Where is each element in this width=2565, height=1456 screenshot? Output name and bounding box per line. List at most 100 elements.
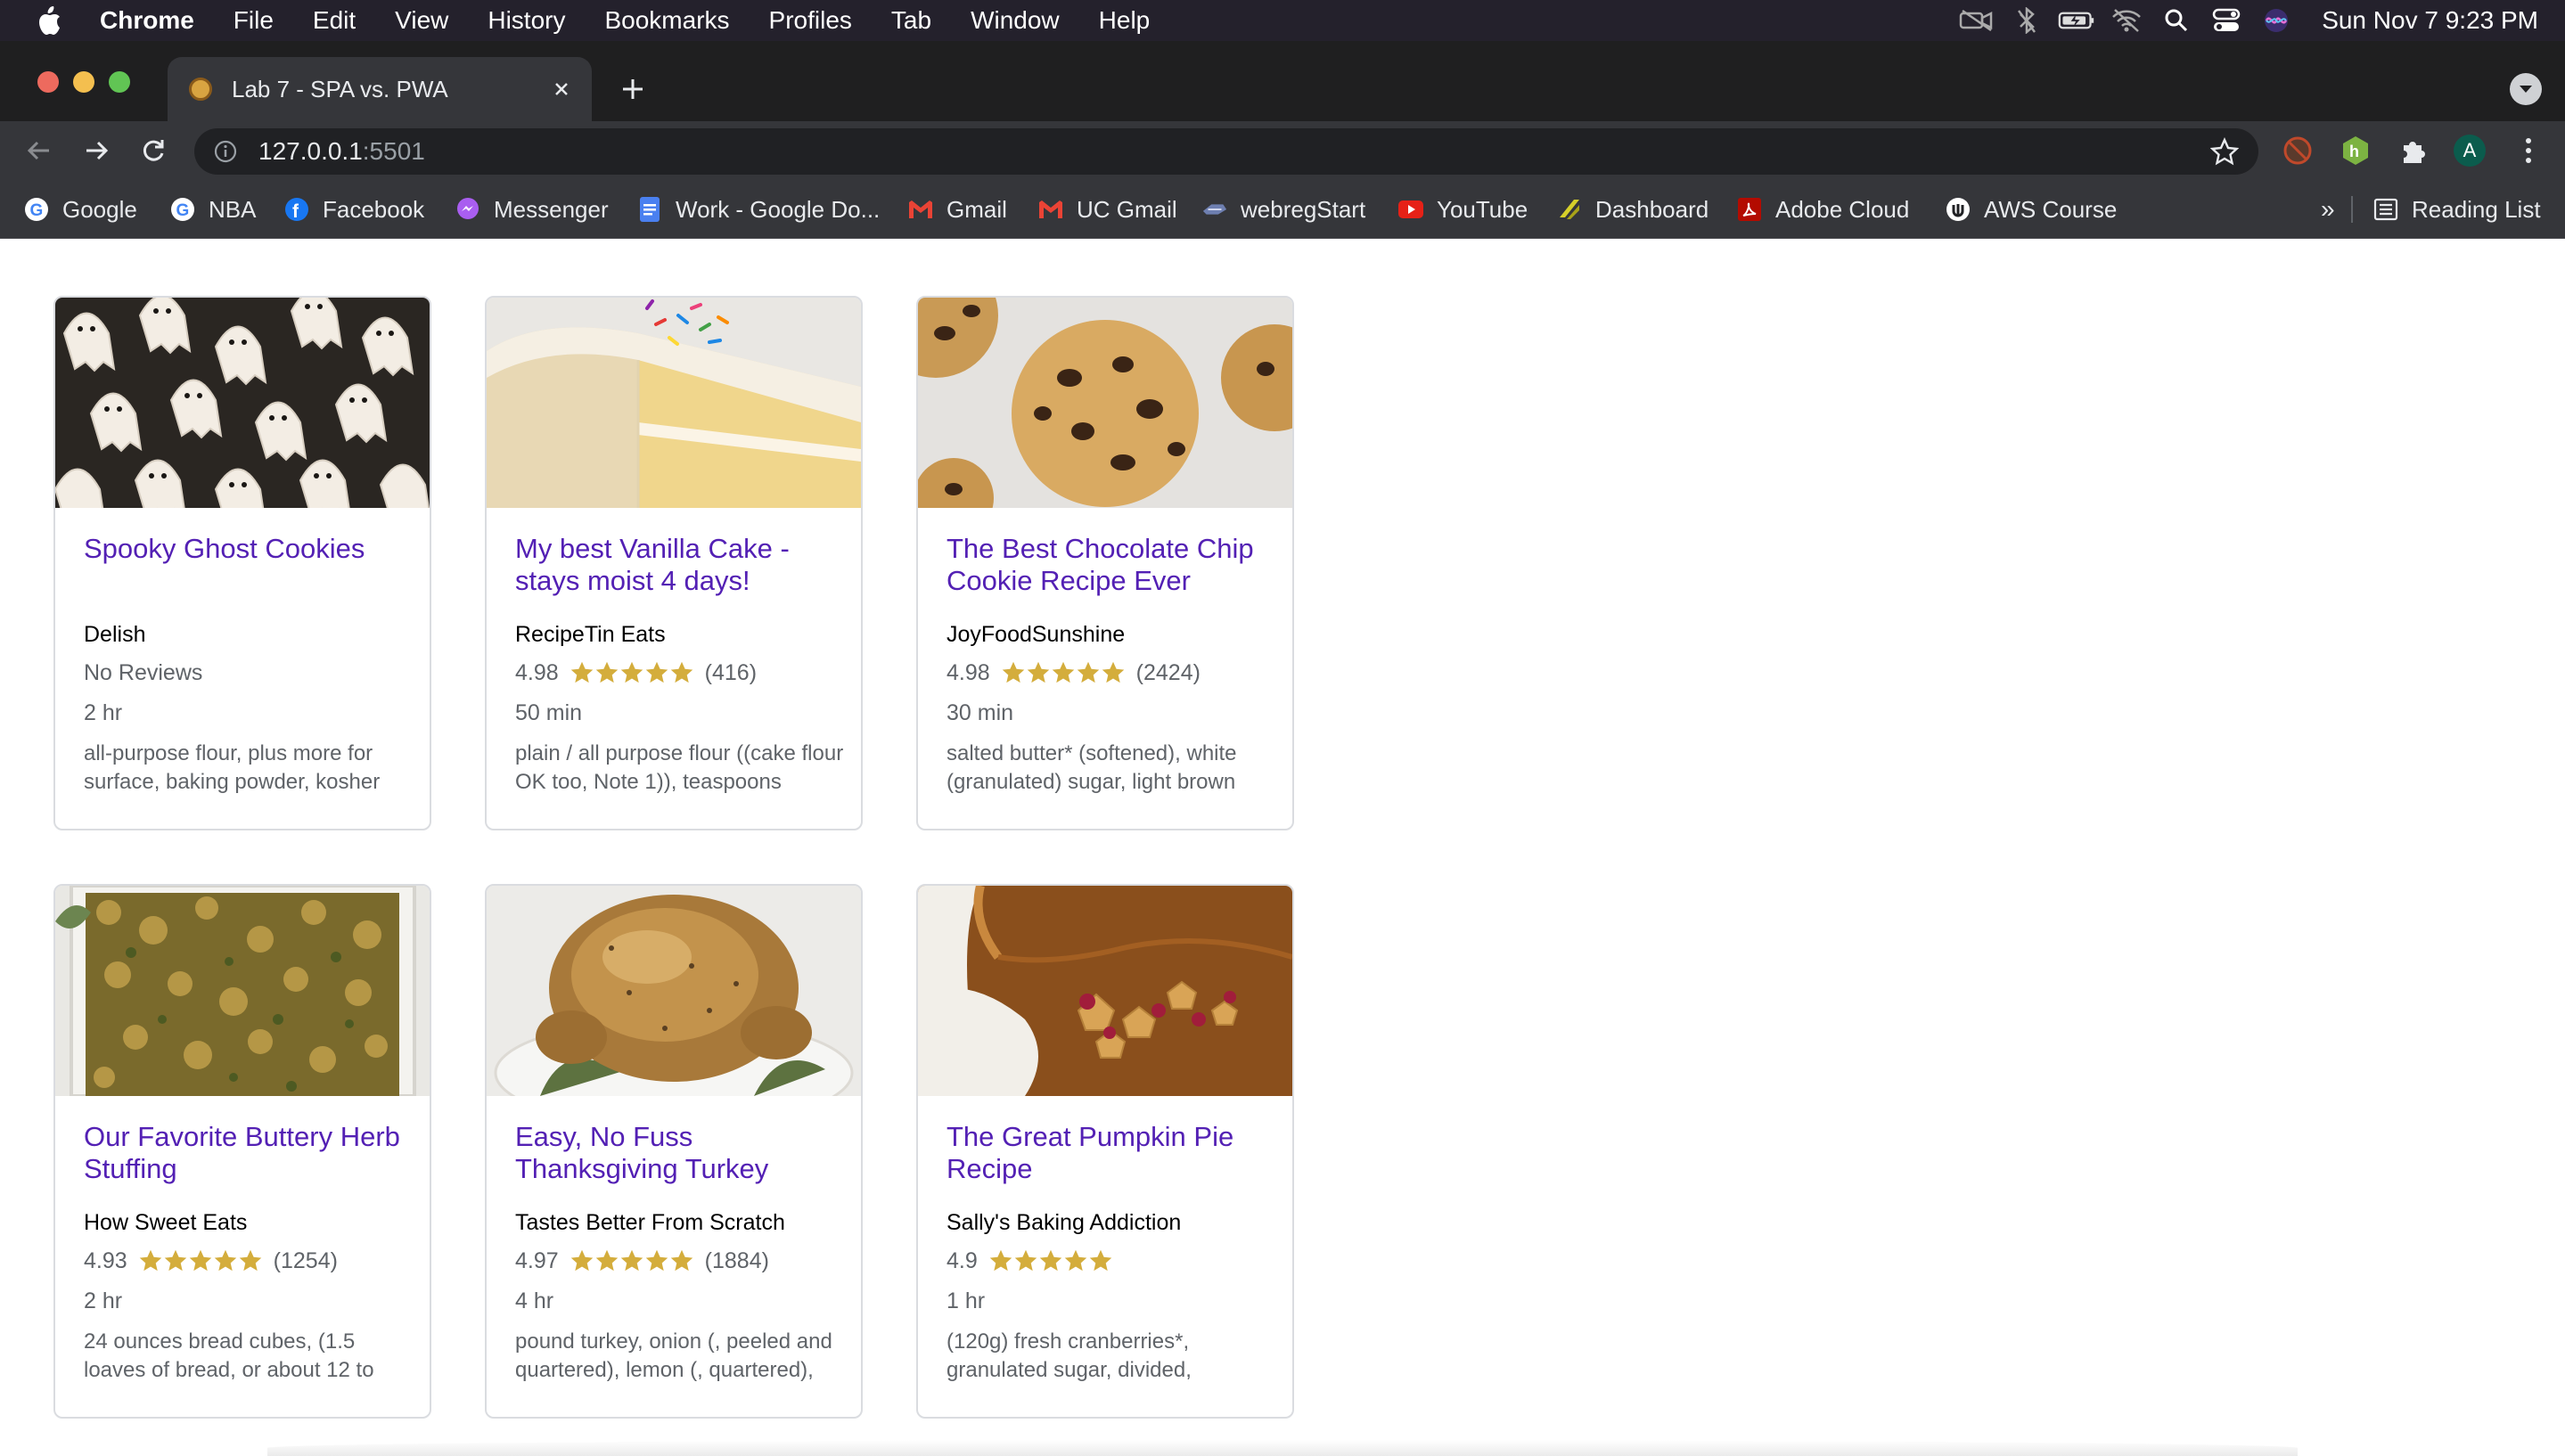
recipe-card[interactable]: The Great Pumpkin Pie Recipe Sally's Bak… bbox=[916, 884, 1294, 1419]
bookmark-webregstart[interactable]: webregStart bbox=[1201, 180, 1365, 239]
apple-icon[interactable] bbox=[36, 4, 68, 37]
back-arrow-icon[interactable] bbox=[16, 127, 62, 174]
bookmark-uc-gmail[interactable]: UC Gmail bbox=[1037, 180, 1177, 239]
tab-search-icon[interactable] bbox=[2510, 73, 2542, 105]
camera-off-icon[interactable] bbox=[1958, 7, 1995, 34]
recipe-card[interactable]: The Best Chocolate Chip Cookie Recipe Ev… bbox=[916, 296, 1294, 830]
recipe-image-vanilla-cake[interactable] bbox=[487, 298, 861, 508]
bookmark-aws-course[interactable]: AWS Course bbox=[1945, 180, 2117, 239]
close-window-button[interactable] bbox=[37, 71, 59, 93]
tab-active[interactable]: Lab 7 - SPA vs. PWA bbox=[168, 57, 592, 121]
bookmark-gmail[interactable]: Gmail bbox=[907, 180, 1007, 239]
menu-edit[interactable]: Edit bbox=[313, 6, 356, 35]
address-bar[interactable]: 127.0.0.1:5501 bbox=[194, 128, 2258, 175]
recipe-card[interactable]: Easy, No Fuss Thanksgiving Turkey Tastes… bbox=[485, 884, 863, 1419]
bookmark-label: UC Gmail bbox=[1077, 195, 1177, 223]
bookmark-google[interactable]: G Google bbox=[23, 180, 137, 239]
bookmark-nba[interactable]: G NBA bbox=[169, 180, 256, 239]
menu-tab[interactable]: Tab bbox=[891, 6, 931, 35]
recipe-image-ghost-cookies[interactable] bbox=[55, 298, 430, 508]
kebab-menu-icon[interactable] bbox=[2508, 130, 2549, 171]
star-icon bbox=[164, 1249, 186, 1272]
tab-favicon-icon bbox=[189, 78, 212, 101]
facebook-icon: f bbox=[283, 196, 310, 223]
star-rating bbox=[988, 1248, 1113, 1273]
bookmarks-overflow-chevron[interactable]: » bbox=[2321, 180, 2335, 239]
recipe-image-pumpkin-pie[interactable] bbox=[918, 886, 1292, 1096]
page-bottom-shadow bbox=[267, 1440, 2298, 1456]
bookmark-dashboard[interactable]: Dashboard bbox=[1556, 180, 1709, 239]
star-icon bbox=[670, 661, 692, 683]
star-icon bbox=[620, 661, 643, 683]
siri-icon[interactable] bbox=[2258, 7, 2295, 34]
recipe-title[interactable]: Our Favorite Buttery Herb Stuffing bbox=[84, 1121, 414, 1185]
menu-profiles[interactable]: Profiles bbox=[769, 6, 852, 35]
new-tab-icon[interactable] bbox=[615, 71, 651, 107]
menu-window[interactable]: Window bbox=[971, 6, 1060, 35]
bookmark-facebook[interactable]: f Facebook bbox=[283, 180, 424, 239]
recipe-title[interactable]: The Best Chocolate Chip Cookie Recipe Ev… bbox=[947, 533, 1276, 597]
star-rating bbox=[1001, 660, 1126, 685]
zoom-window-button[interactable] bbox=[109, 71, 130, 93]
menu-history[interactable]: History bbox=[488, 6, 565, 35]
control-center-icon[interactable] bbox=[2208, 7, 2245, 34]
recipe-card[interactable]: My best Vanilla Cake - stays moist 4 day… bbox=[485, 296, 863, 830]
recipe-card[interactable]: Spooky Ghost Cookies Delish No Reviews 2… bbox=[53, 296, 431, 830]
menu-file[interactable]: File bbox=[234, 6, 274, 35]
extensions-puzzle-icon[interactable] bbox=[2392, 130, 2433, 171]
wifi-off-icon[interactable] bbox=[2108, 7, 2145, 34]
page-content: Spooky Ghost Cookies Delish No Reviews 2… bbox=[0, 240, 2565, 1456]
review-count: (1254) bbox=[273, 1247, 338, 1273]
menu-bookmarks[interactable]: Bookmarks bbox=[604, 6, 729, 35]
menu-view[interactable]: View bbox=[395, 6, 448, 35]
battery-icon[interactable] bbox=[2058, 7, 2095, 34]
recipe-card[interactable]: Our Favorite Buttery Herb Stuffing How S… bbox=[53, 884, 431, 1419]
bookmark-adobe-cloud[interactable]: Adobe Cloud bbox=[1736, 180, 1909, 239]
rating-value: 4.97 bbox=[515, 1247, 559, 1273]
recipe-source: Sally's Baking Addiction bbox=[947, 1210, 1182, 1235]
profile-avatar-button[interactable]: A bbox=[2449, 130, 2490, 171]
recipe-title[interactable]: Easy, No Fuss Thanksgiving Turkey bbox=[515, 1121, 845, 1185]
tab-close-icon[interactable] bbox=[544, 71, 579, 107]
recipe-image-chocolate-chip-cookies[interactable] bbox=[918, 298, 1292, 508]
tab-strip: Lab 7 - SPA vs. PWA bbox=[0, 41, 2565, 121]
menu-chrome[interactable]: Chrome bbox=[100, 6, 194, 35]
recipe-image-herb-stuffing[interactable] bbox=[55, 886, 430, 1096]
macos-menu-bar: Chrome File Edit View History Bookmarks … bbox=[0, 0, 2565, 41]
star-icon bbox=[570, 1249, 593, 1272]
menu-help[interactable]: Help bbox=[1099, 6, 1151, 35]
reload-icon[interactable] bbox=[130, 127, 176, 174]
recipe-time: 2 hr bbox=[84, 700, 123, 725]
star-icon bbox=[1089, 1249, 1112, 1272]
forward-arrow-icon[interactable] bbox=[73, 127, 119, 174]
review-count: (1884) bbox=[704, 1247, 769, 1273]
bookmarks-divider bbox=[2351, 196, 2353, 223]
rating-row: 4.98 (416) bbox=[515, 658, 757, 687]
bookmark-label: Gmail bbox=[947, 195, 1007, 223]
url-port: :5501 bbox=[362, 137, 425, 165]
blocked-extension-icon[interactable] bbox=[2277, 130, 2318, 171]
recipe-ingredients: (120g) fresh cranberries*, granulated su… bbox=[947, 1329, 1192, 1382]
recipe-title[interactable]: The Great Pumpkin Pie Recipe bbox=[947, 1121, 1276, 1185]
recipe-title[interactable]: Spooky Ghost Cookies bbox=[84, 533, 414, 565]
bookmark-work-google-docs[interactable]: Work - Google Do... bbox=[636, 180, 880, 239]
menubar-clock[interactable]: Sun Nov 7 9:23 PM bbox=[2322, 6, 2538, 35]
site-info-icon[interactable] bbox=[212, 138, 239, 165]
recipe-title[interactable]: My best Vanilla Cake - stays moist 4 day… bbox=[515, 533, 845, 597]
star-icon bbox=[1014, 1249, 1037, 1272]
spotlight-search-icon[interactable] bbox=[2158, 7, 2195, 34]
bluetooth-icon[interactable] bbox=[2008, 7, 2045, 34]
minimize-window-button[interactable] bbox=[73, 71, 94, 93]
reading-list-button[interactable]: Reading List bbox=[2372, 180, 2541, 239]
rating-value: 4.98 bbox=[515, 659, 559, 685]
messenger-icon bbox=[455, 196, 481, 223]
honey-extension-icon[interactable]: h bbox=[2335, 130, 2376, 171]
bookmark-messenger[interactable]: Messenger bbox=[455, 180, 609, 239]
bookmark-star-icon[interactable] bbox=[2209, 135, 2241, 168]
star-icon bbox=[1039, 1249, 1062, 1272]
bookmark-youtube[interactable]: YouTube bbox=[1397, 180, 1528, 239]
url-text[interactable]: 127.0.0.1:5501 bbox=[258, 137, 425, 166]
svg-text:G: G bbox=[176, 201, 190, 220]
status-area: Sun Nov 7 9:23 PM bbox=[1946, 0, 2538, 41]
recipe-image-thanksgiving-turkey[interactable] bbox=[487, 886, 861, 1096]
